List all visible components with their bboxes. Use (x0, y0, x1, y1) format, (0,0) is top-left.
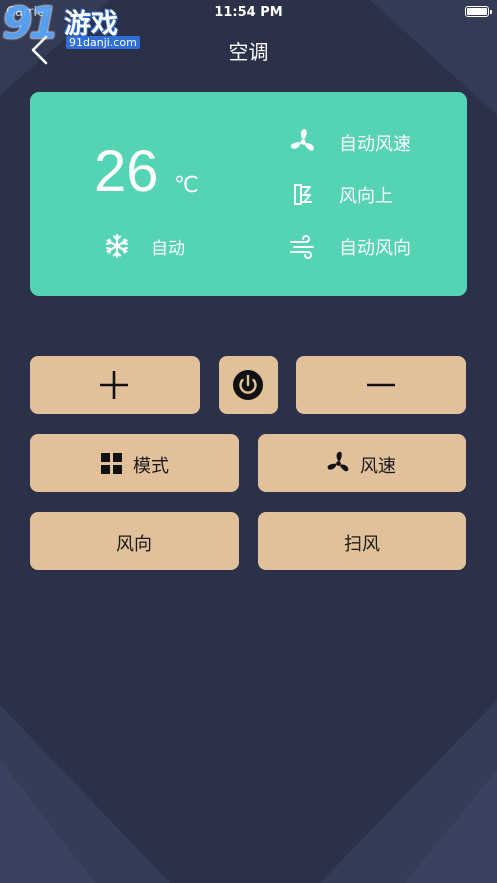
fan-icon (290, 129, 314, 151)
fan-speed-button-label: 风速 (360, 456, 396, 477)
fan-speed-status: 自动风速 (339, 134, 411, 155)
mode-status: 自动 (151, 239, 185, 259)
snowflake-icon (105, 233, 129, 259)
page-title: 空调 (228, 40, 269, 64)
minus-icon (367, 383, 395, 387)
fan-icon (327, 451, 349, 472)
plus-icon (100, 371, 128, 399)
temperature-unit: ℃ (174, 172, 199, 197)
wind-direction-icon (294, 184, 312, 205)
battery-icon (465, 6, 492, 17)
power-button[interactable] (219, 356, 278, 414)
wind-direction-status: 风向上 (339, 186, 393, 207)
mode-button[interactable]: 模式 (30, 434, 239, 492)
wind-direction-button[interactable]: 风向 (30, 512, 239, 570)
temperature-value: 26 (94, 139, 159, 204)
temperature-up-button[interactable] (30, 356, 200, 414)
wind-direction-button-label: 风向 (116, 534, 152, 555)
auto-direction-status: 自动风向 (339, 238, 411, 259)
grid-icon (101, 453, 122, 474)
temperature-down-button[interactable] (296, 356, 466, 414)
mode-button-label: 模式 (133, 456, 169, 477)
wind-icon (290, 234, 314, 260)
fan-speed-button[interactable]: 风速 (258, 434, 466, 492)
swing-button-label: 扫风 (344, 534, 380, 555)
swing-button[interactable]: 扫风 (258, 512, 466, 570)
power-icon (233, 370, 263, 400)
ac-status-card: 26 ℃ 自动 自动风速 风向上 自动风向 (30, 92, 467, 296)
